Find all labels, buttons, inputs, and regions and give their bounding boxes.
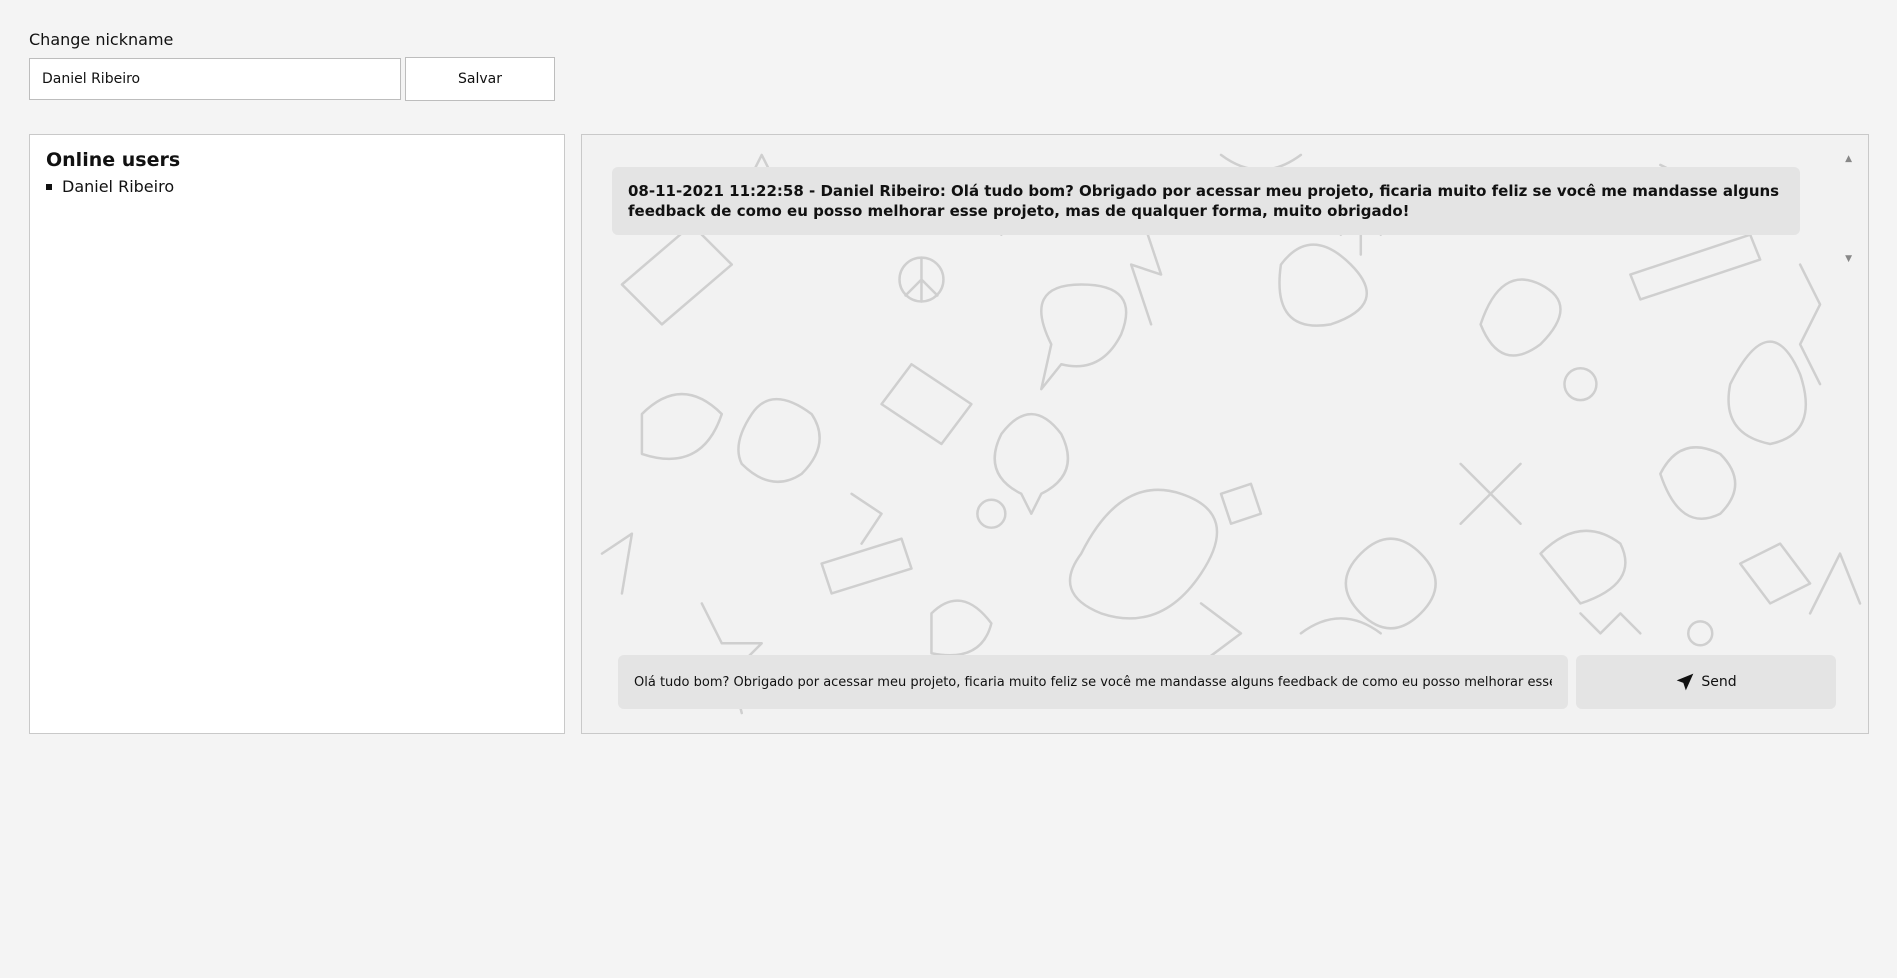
bullet-icon: [46, 184, 52, 190]
send-button[interactable]: Send: [1576, 655, 1836, 709]
save-nickname-button[interactable]: Salvar: [405, 57, 555, 101]
paper-plane-icon: [1677, 673, 1694, 691]
online-users-list: Daniel Ribeiro: [46, 175, 548, 199]
messages-area[interactable]: 08-11-2021 11:22:58 - Daniel Ribeiro: Ol…: [612, 167, 1852, 267]
online-user-item: Daniel Ribeiro: [46, 175, 548, 199]
message-input[interactable]: [618, 655, 1568, 709]
online-users-panel: Online users Daniel Ribeiro: [29, 134, 565, 734]
scroll-up-arrow-icon[interactable]: ▲: [1845, 155, 1852, 164]
chat-panel: 08-11-2021 11:22:58 - Daniel Ribeiro: Ol…: [581, 134, 1869, 734]
send-row: Send: [618, 655, 1836, 709]
nickname-input[interactable]: [29, 58, 401, 100]
send-button-label: Send: [1701, 674, 1737, 690]
scroll-down-arrow-icon[interactable]: ▼: [1845, 255, 1852, 264]
nickname-label: Change nickname: [29, 30, 174, 49]
nickname-section: Change nickname Salvar: [29, 28, 555, 101]
chat-message: 08-11-2021 11:22:58 - Daniel Ribeiro: Ol…: [612, 167, 1800, 235]
online-users-title: Online users: [46, 149, 181, 171]
nickname-row: Salvar: [29, 57, 555, 101]
online-user-name: Daniel Ribeiro: [62, 177, 175, 196]
